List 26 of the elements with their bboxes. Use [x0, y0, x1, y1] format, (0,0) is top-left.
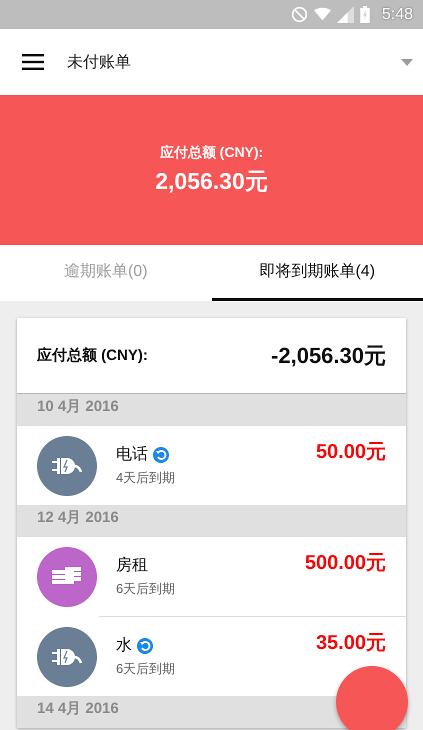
bill-name: 电话 — [116, 444, 148, 465]
date-header: 12 4月 2016 — [17, 505, 406, 537]
menu-icon[interactable] — [22, 54, 44, 70]
screen-title: 未付账单 — [67, 52, 132, 72]
due-text: 6天后到期 — [116, 580, 176, 598]
bill-item[interactable]: 电话 4天后到期 50.00元 — [17, 426, 406, 505]
due-text: 4天后到期 — [116, 469, 176, 487]
signal-icon — [336, 6, 354, 23]
tab[interactable]: 即将到期账单(4) — [212, 245, 423, 301]
summary-amount: 2,056.30元 — [155, 166, 268, 196]
battery-icon — [360, 6, 370, 23]
dropdown-icon[interactable] — [401, 58, 413, 66]
bill-name: 水 — [116, 636, 132, 656]
bill-item[interactable]: 房租 6天后到期 500.00元 — [17, 537, 406, 616]
status-time: 5:48 — [382, 6, 413, 24]
wifi-icon — [314, 6, 331, 23]
bill-amount: 500.00元 — [304, 551, 386, 576]
summary-label: 应付总额 (CNY): — [160, 144, 264, 162]
total-label: 应付总额 (CNY): — [37, 346, 148, 365]
bill-amount: 35.00元 — [316, 631, 386, 656]
due-text: 6天后到期 — [116, 660, 176, 678]
bill-name: 房租 — [116, 556, 148, 576]
do-not-disturb-icon — [290, 6, 308, 23]
bill-amount: 50.00元 — [316, 440, 386, 465]
date-header: 10 4月 2016 — [17, 394, 406, 426]
total-amount: -2,056.30元 — [271, 342, 386, 370]
